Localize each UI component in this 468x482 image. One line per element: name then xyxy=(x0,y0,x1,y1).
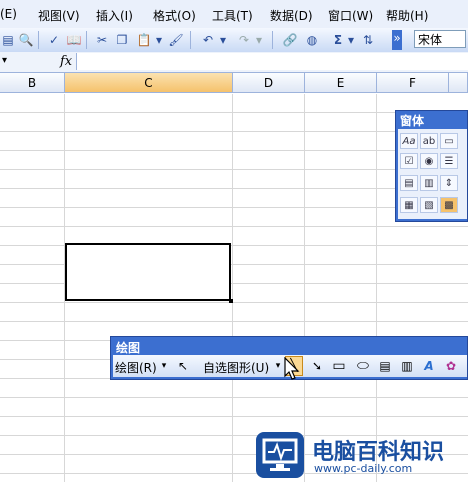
print-preview-icon[interactable]: 🔍 xyxy=(18,32,34,48)
select-objects-icon[interactable]: ↖ xyxy=(175,358,191,374)
formula-input[interactable] xyxy=(76,53,468,70)
menu-bar: (E) 视图(V) 插入(I) 格式(O) 工具(T) 数据(D) 窗口(W) … xyxy=(0,0,468,29)
menu-format[interactable]: 格式(O) xyxy=(153,7,196,24)
rectangle-shape[interactable] xyxy=(65,243,231,301)
copy-icon[interactable]: ❐ xyxy=(114,32,130,48)
column-header-g[interactable] xyxy=(449,73,468,93)
column-header-e[interactable]: E xyxy=(305,73,377,93)
undo-dropdown-icon[interactable]: ▾ xyxy=(218,32,228,48)
diagram-icon[interactable]: ✿ xyxy=(443,358,459,374)
monitor-logo-icon xyxy=(256,432,304,478)
wordart-icon[interactable]: A xyxy=(421,358,437,374)
text-box-icon[interactable]: ▤ xyxy=(377,358,393,374)
site-logo: 电脑百科知识 www.pc-daily.com xyxy=(256,432,468,482)
name-box-dropdown-icon[interactable]: ▾ xyxy=(2,55,7,66)
control-properties-icon[interactable]: ▦ xyxy=(400,197,418,213)
forms-toolbar-title[interactable]: 窗体 xyxy=(400,112,424,129)
label-icon[interactable]: Aa xyxy=(400,133,418,149)
rectangle-tool-icon[interactable]: ▭ xyxy=(331,358,347,374)
group-box-icon[interactable]: ▭ xyxy=(440,133,458,149)
resize-handle[interactable] xyxy=(229,299,233,303)
toolbar-separator xyxy=(86,31,87,49)
checkbox-icon[interactable]: ☑ xyxy=(400,153,418,169)
logo-url: www.pc-daily.com xyxy=(314,462,413,475)
formula-bar: ▾ fx xyxy=(0,52,468,73)
autosum-dropdown-icon[interactable]: ▾ xyxy=(346,32,356,48)
menu-data[interactable]: 数据(D) xyxy=(270,7,313,24)
autoshapes-menu-button[interactable]: 自选图形(U) xyxy=(203,359,269,376)
format-painter-icon[interactable]: 🖌 xyxy=(168,32,184,48)
list-box-icon[interactable]: ☰ xyxy=(440,153,458,169)
edit-code-icon[interactable]: ▧ xyxy=(420,197,438,213)
menu-edit[interactable]: (E) xyxy=(0,7,17,21)
mouse-cursor-icon xyxy=(284,357,300,380)
menu-view[interactable]: 视图(V) xyxy=(38,7,80,24)
autoshapes-dropdown-icon[interactable]: ▾ xyxy=(273,358,283,374)
cut-icon[interactable]: ✂ xyxy=(94,32,110,48)
menu-insert[interactable]: 插入(I) xyxy=(96,7,133,24)
combo-list-icon[interactable]: ▤ xyxy=(400,175,418,191)
draw-menu-dropdown-icon[interactable]: ▾ xyxy=(159,358,169,374)
toolbar-separator xyxy=(272,31,273,49)
print-icon[interactable]: ▤ xyxy=(0,32,16,48)
forms-toolbar: 窗体 Aa ab ▭ ☑ ◉ ☰ ▤ ▥ ⇕ ▦ ▧ ▩ xyxy=(395,110,468,222)
redo-icon[interactable]: ↷ xyxy=(236,32,252,48)
column-header-f[interactable]: F xyxy=(377,73,449,93)
spelling-icon[interactable]: ✓ xyxy=(46,32,62,48)
vertical-text-box-icon[interactable]: ▥ xyxy=(399,358,415,374)
chart-icon[interactable]: ◍ xyxy=(304,32,320,48)
column-header-b[interactable]: B xyxy=(0,73,65,93)
menu-help[interactable]: 帮助(H) xyxy=(386,7,428,24)
arrow-tool-icon[interactable]: ➘ xyxy=(309,358,325,374)
paste-icon[interactable]: 📋 xyxy=(136,32,152,48)
option-button-icon[interactable]: ◉ xyxy=(420,153,438,169)
column-header-d[interactable]: D xyxy=(233,73,305,93)
scroll-bar-icon[interactable]: ⇕ xyxy=(440,175,458,191)
menu-tools[interactable]: 工具(T) xyxy=(212,7,253,24)
fx-icon[interactable]: fx xyxy=(60,54,72,69)
column-header-c[interactable]: C xyxy=(65,73,233,93)
oval-tool-icon[interactable]: ⬭ xyxy=(355,358,371,374)
paste-dropdown-icon[interactable]: ▾ xyxy=(154,32,164,48)
draw-menu-button[interactable]: 绘图(R) xyxy=(115,359,157,376)
drawing-toolbar-title[interactable]: 绘图 xyxy=(116,339,140,356)
toolbar-separator xyxy=(38,31,39,49)
redo-dropdown-icon[interactable]: ▾ xyxy=(254,32,264,48)
sort-icon[interactable]: ⇅ xyxy=(360,32,376,48)
toggle-grid-icon[interactable]: ▩ xyxy=(440,197,458,213)
research-icon[interactable]: 📖 xyxy=(66,32,82,48)
undo-icon[interactable]: ↶ xyxy=(200,32,216,48)
hyperlink-icon[interactable]: 🔗 xyxy=(282,32,298,48)
standard-toolbar: ▤ 🔍 ✓ 📖 ✂ ❐ 📋 ▾ 🖌 ↶ ▾ ↷ ▾ 🔗 ◍ Σ ▾ ⇅ » xyxy=(0,28,468,53)
toolbar-separator xyxy=(190,31,191,49)
edit-box-icon[interactable]: ab xyxy=(420,133,438,149)
combo-dropdown-icon[interactable]: ▥ xyxy=(420,175,438,191)
menu-window[interactable]: 窗口(W) xyxy=(328,7,373,24)
toolbar-options-icon[interactable]: » xyxy=(392,30,402,50)
autosum-icon[interactable]: Σ xyxy=(330,32,346,48)
font-name-box[interactable]: 宋体 xyxy=(414,30,466,48)
